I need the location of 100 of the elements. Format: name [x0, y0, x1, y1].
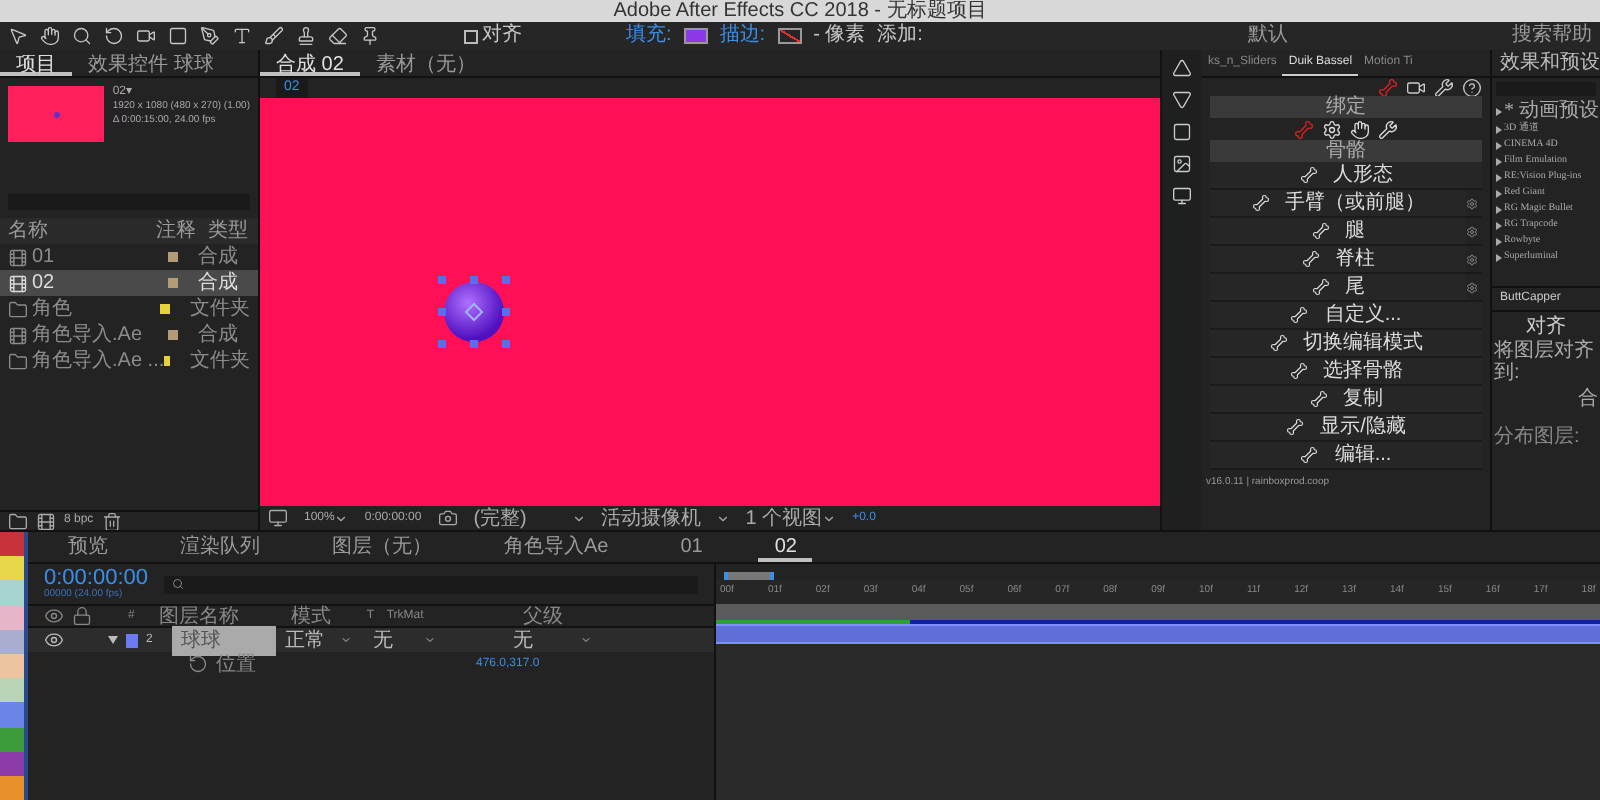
timeline-tab[interactable]: 02 [758, 532, 813, 562]
comp-thumbnail [8, 86, 105, 142]
fill-swatch[interactable] [683, 28, 708, 44]
section-header: 骨骼 [1210, 140, 1482, 162]
bone-icon [1286, 418, 1305, 436]
type-tool-icon[interactable] [232, 26, 252, 46]
item-name: 角色 [32, 296, 72, 324]
column-header: 模式 [290, 603, 333, 629]
monitor-icon [268, 508, 288, 528]
label-color-swatch[interactable] [0, 629, 24, 654]
gear-icon[interactable] [1466, 225, 1482, 237]
camera-dropdown[interactable]: 活动摄像机 [601, 503, 730, 533]
label-color-swatch[interactable] [0, 532, 24, 557]
timeline-tab[interactable]: 01 [664, 532, 719, 562]
project-item[interactable]: 角色导入.Ae ... 文件夹 [0, 348, 258, 374]
caret-icon [571, 511, 586, 525]
project-item[interactable]: 角色 文件夹 [0, 296, 258, 322]
bone-icon [1311, 278, 1329, 296]
eraser-tool-icon[interactable] [328, 26, 348, 46]
item-type: 文件夹 [190, 295, 250, 323]
item-type: 合成 [198, 243, 238, 271]
item-type: 合成 [198, 269, 238, 297]
project-item[interactable]: 02 合成 [0, 270, 258, 296]
brush-tool-icon[interactable] [264, 26, 284, 46]
align-checkbox[interactable]: 对齐 [464, 26, 522, 46]
zoom-tool-icon[interactable] [72, 26, 92, 46]
gear-icon[interactable] [1466, 253, 1482, 265]
wrench-icon [1434, 77, 1454, 97]
rectangle-tool-icon[interactable] [168, 26, 188, 46]
eye-icon [44, 630, 64, 650]
gear-icon[interactable] [1466, 281, 1482, 293]
stroke-width: - 像素 [813, 26, 866, 46]
bone-icon [1311, 222, 1329, 240]
image-icon [1172, 154, 1192, 174]
hand-icon [1350, 119, 1370, 139]
trkmat-dropdown[interactable]: 无 [372, 625, 437, 655]
item-type: 合成 [198, 321, 238, 349]
effect-category[interactable]: * 动画预设 [1492, 100, 1600, 122]
caret-icon [580, 634, 593, 646]
folder-icon [8, 351, 28, 371]
hand-tool-icon[interactable] [40, 26, 60, 46]
pen-tool-icon[interactable] [200, 26, 220, 46]
label-color-swatch[interactable] [0, 556, 24, 581]
pin-tool-icon[interactable] [360, 26, 380, 46]
align-to-label: 将图层对齐到: [1492, 340, 1596, 384]
timeline-tab[interactable]: 角色导入Ae [488, 532, 625, 562]
caret-icon [715, 511, 730, 525]
rotate-tool-icon[interactable] [104, 26, 124, 46]
label-color-swatch[interactable] [0, 580, 24, 606]
label-color-swatch[interactable] [0, 702, 24, 727]
viewer-tab[interactable]: 素材（无） [359, 50, 492, 76]
help-icon [1462, 77, 1482, 97]
item-name: 02 [32, 270, 55, 298]
stopwatch-icon [188, 654, 208, 674]
label-color-swatch[interactable] [0, 775, 24, 800]
label-color-swatch[interactable] [0, 653, 24, 679]
section-header: 绑定 [1210, 96, 1482, 118]
wrench-icon [1378, 119, 1398, 139]
project-item[interactable]: 01 合成 [0, 244, 258, 270]
camera-tool-icon[interactable] [136, 26, 156, 46]
timeline-tab[interactable]: 渲染队列 [164, 532, 276, 562]
stamp-tool-icon[interactable] [296, 26, 316, 46]
timeline-tab[interactable]: 图层（无） [316, 532, 448, 562]
gear-icon [1322, 119, 1342, 139]
item-type: 文件夹 [190, 347, 250, 376]
bone-icon [1290, 306, 1309, 324]
panel-tab[interactable]: 效果控件 球球 [72, 50, 230, 76]
label-color-swatch[interactable] [0, 678, 24, 703]
resolution-dropdown[interactable]: (完整) [473, 503, 586, 533]
views-dropdown[interactable]: 1 个视图 [745, 503, 837, 533]
label-color-swatch[interactable] [0, 727, 24, 752]
mode-dropdown[interactable]: 正常 [284, 625, 353, 655]
stroke-label: 描边: [719, 26, 766, 46]
selection-tool-icon[interactable] [8, 26, 28, 46]
layer-search-field[interactable] [164, 575, 698, 593]
timeline-tab[interactable]: 预览 [52, 532, 124, 562]
ball-drawing [436, 274, 512, 350]
timecode: 0:00:00:00 [44, 568, 148, 590]
stroke-swatch[interactable] [777, 28, 802, 44]
bone-icon [1301, 250, 1319, 268]
expand-arrow-icon[interactable] [108, 636, 118, 644]
gear-icon[interactable] [1466, 197, 1482, 209]
column-header: 类型 [208, 217, 248, 245]
project-item[interactable]: 角色导入.Ae 合成 [0, 322, 258, 348]
property-name: 位置 [216, 651, 256, 679]
parent-dropdown[interactable]: 无 [512, 625, 593, 655]
panel-title: 对齐 [1526, 313, 1566, 339]
item-name: 角色导入.Ae ... [32, 347, 165, 376]
comp-icon [8, 247, 28, 267]
label-color-swatch[interactable] [0, 605, 24, 630]
camera-icon [437, 508, 458, 528]
panel-tab[interactable]: 项目 [0, 50, 72, 76]
window-title: Adobe After Effects CC 2018 - 无标题项目 [613, 0, 987, 22]
column-header: 父级 [522, 603, 563, 630]
comp-icon [8, 273, 28, 293]
column-header: 图层名称 [158, 603, 241, 629]
fill-label: 填充: [626, 26, 672, 46]
bone-icon [1299, 166, 1317, 184]
label-color-swatch[interactable] [0, 751, 24, 776]
bone-icon [1269, 334, 1287, 352]
